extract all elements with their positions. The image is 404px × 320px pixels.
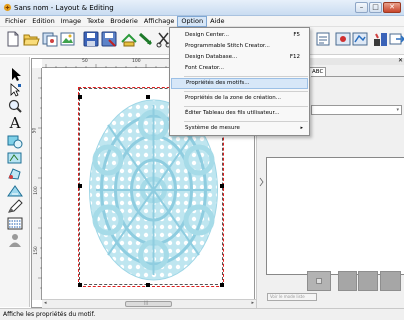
selection-handle-bc[interactable] xyxy=(146,283,150,287)
list-view-button[interactable]: Voir le mode liste xyxy=(267,293,317,301)
menu-item-label: Propriétés de la zone de création... xyxy=(185,95,282,101)
tab-abc[interactable]: ABC xyxy=(309,67,326,76)
pencil-icon[interactable] xyxy=(6,199,24,214)
design-view-icon[interactable] xyxy=(334,30,352,48)
menu-item-label: Design Center... xyxy=(185,32,229,38)
open-folder-icon[interactable] xyxy=(22,30,40,48)
import-image-icon[interactable] xyxy=(59,30,77,48)
stitch-pattern-icon[interactable] xyxy=(6,216,24,231)
tab-divider xyxy=(311,76,404,77)
menu-item-label: Design Database... xyxy=(185,54,238,60)
panel-button-4[interactable] xyxy=(380,271,401,291)
point-edit-icon[interactable] xyxy=(6,83,24,98)
menu-item-proprietes-zone-creation[interactable]: Propriétés de la zone de création... xyxy=(171,93,308,104)
outline-tool-icon[interactable] xyxy=(6,166,24,181)
realistic-view-icon[interactable] xyxy=(351,30,369,48)
square-icon xyxy=(316,278,322,284)
preview-area xyxy=(266,157,404,275)
menu-item-editer-tableau-fils[interactable]: Éditer Tableau des fils utilisateur... xyxy=(171,108,308,119)
vertical-ruler: 50 100 150 xyxy=(32,68,42,300)
panel-button-2[interactable] xyxy=(338,271,357,291)
menu-item-font-creator[interactable]: Font Creator... xyxy=(171,63,308,74)
menu-item-proprietes-des-motifs[interactable]: Propriétés des motifs... xyxy=(171,78,308,89)
maximize-button[interactable]: □ xyxy=(369,2,382,13)
horizontal-scrollbar[interactable]: ◂ ||| ▸ xyxy=(42,299,256,308)
panel-button-3[interactable] xyxy=(358,271,378,291)
ruler-v-label-50: 50 xyxy=(32,127,38,134)
send-to-card-icon[interactable] xyxy=(120,30,138,48)
menu-separator xyxy=(184,76,308,77)
menu-edition[interactable]: Edition xyxy=(29,16,58,27)
scroll-left-arrow[interactable]: ◂ xyxy=(44,300,47,306)
close-button[interactable]: ✕ xyxy=(383,2,401,13)
selection-handle-ml[interactable] xyxy=(78,184,82,188)
stitch-tool-icon[interactable] xyxy=(6,150,24,165)
zoom-icon[interactable] xyxy=(6,99,24,114)
tool-palette: A xyxy=(0,57,30,307)
menu-item-label: Système de mesure xyxy=(185,125,240,131)
save-as-icon[interactable] xyxy=(100,30,118,48)
menu-item-shortcut: F5 xyxy=(293,32,300,38)
submenu-arrow-icon: ▸ xyxy=(300,125,303,131)
menu-affichage[interactable]: Affichage xyxy=(141,16,178,27)
text-tool-icon[interactable]: A xyxy=(6,116,24,131)
stitch-simulator-icon[interactable] xyxy=(371,30,389,48)
menu-item-label: Éditer Tableau des fils utilisateur... xyxy=(185,110,280,116)
shape-tool-icon[interactable] xyxy=(6,134,24,149)
menu-item-design-center[interactable]: Design Center... F5 xyxy=(171,30,308,41)
option-menu-dropdown: Design Center... F5 Programmable Stitch … xyxy=(169,27,310,136)
save-icon[interactable] xyxy=(82,30,100,48)
selection-handle-mr[interactable] xyxy=(220,184,224,188)
menu-texte[interactable]: Texte xyxy=(84,16,107,27)
export-icon[interactable] xyxy=(388,30,404,48)
minimize-button[interactable]: – xyxy=(355,2,368,13)
ruler-v-label-150: 150 xyxy=(33,246,39,255)
scrollbar-grip: ||| xyxy=(144,300,149,305)
status-bar: Affiche les propriétés du motif. xyxy=(0,308,404,320)
status-text: Affiche les propriétés du motif. xyxy=(3,311,96,318)
ruler-v-label-100: 100 xyxy=(33,186,39,195)
splitter-grip-icon[interactable] xyxy=(259,176,264,188)
select-arrow-icon[interactable] xyxy=(6,67,24,82)
photo-stitch-icon[interactable] xyxy=(6,233,24,248)
window-title: Sans nom - Layout & Editing xyxy=(14,4,114,12)
menu-separator xyxy=(184,106,308,107)
write-to-machine-icon[interactable] xyxy=(137,30,155,48)
menu-separator xyxy=(184,91,308,92)
panel-dropdown[interactable]: ▾ xyxy=(311,105,402,115)
ruler-h-label-50: 50 xyxy=(82,59,88,64)
menu-item-design-database[interactable]: Design Database... F12 xyxy=(171,52,308,63)
wizard-icon[interactable] xyxy=(314,30,332,48)
selection-handle-bl[interactable] xyxy=(78,283,82,287)
scrollbar-thumb[interactable]: ||| xyxy=(125,300,172,307)
menu-fichier[interactable]: Fichier xyxy=(2,16,29,27)
menu-item-label: Propriétés des motifs... xyxy=(186,80,250,86)
new-file-icon[interactable] xyxy=(4,30,22,48)
ruler-h-label-100: 100 xyxy=(132,59,141,64)
title-bar: Sans nom - Layout & Editing – □ ✕ xyxy=(0,0,404,16)
app-icon xyxy=(3,3,12,12)
selection-handle-tc[interactable] xyxy=(146,95,150,99)
menu-aide[interactable]: Aide xyxy=(207,16,227,27)
menu-item-programmable-stitch-creator[interactable]: Programmable Stitch Creator... xyxy=(171,41,308,52)
chevron-down-icon: ▾ xyxy=(396,107,399,113)
menu-separator xyxy=(184,121,308,122)
selection-handle-br[interactable] xyxy=(220,283,224,287)
selection-handle-tl[interactable] xyxy=(78,95,82,99)
panel-button-1[interactable] xyxy=(307,271,331,291)
scroll-right-arrow[interactable]: ▸ xyxy=(251,300,254,306)
menu-item-label: Programmable Stitch Creator... xyxy=(185,43,270,49)
menu-broderie[interactable]: Broderie xyxy=(107,16,141,27)
menu-item-shortcut: F12 xyxy=(289,54,300,60)
panel-close-icon[interactable]: ✕ xyxy=(398,57,403,64)
ruler-ticks-v xyxy=(38,77,42,289)
region-tool-icon[interactable] xyxy=(6,183,24,198)
menu-bar: Fichier Edition Image Texte Broderie Aff… xyxy=(0,16,404,27)
menu-option[interactable]: Option xyxy=(177,16,208,27)
menu-item-systeme-de-mesure[interactable]: Système de mesure ▸ xyxy=(171,123,308,134)
import-design-icon[interactable] xyxy=(41,30,59,48)
menu-image[interactable]: Image xyxy=(58,16,84,27)
menu-item-label: Font Creator... xyxy=(185,65,224,71)
